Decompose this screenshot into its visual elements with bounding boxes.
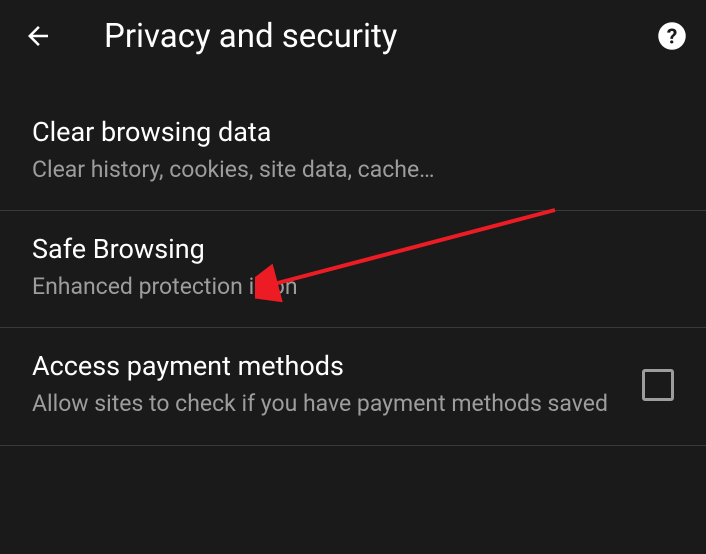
setting-subtitle: Clear history, cookies, site data, cache… [32, 154, 674, 186]
help-icon: ? [657, 21, 687, 51]
settings-list: Clear browsing data Clear history, cooki… [0, 72, 706, 446]
setting-clear-browsing-data[interactable]: Clear browsing data Clear history, cooki… [0, 94, 706, 211]
payment-methods-checkbox[interactable] [642, 369, 674, 401]
setting-title: Safe Browsing [32, 233, 674, 265]
setting-title: Access payment methods [32, 350, 622, 382]
setting-access-payment-methods[interactable]: Access payment methods Allow sites to ch… [0, 328, 706, 445]
page-title: Privacy and security [104, 17, 656, 56]
back-arrow-icon [23, 21, 53, 51]
svg-text:?: ? [667, 25, 678, 50]
setting-content: Safe Browsing Enhanced protection is on [32, 233, 674, 303]
setting-content: Access payment methods Allow sites to ch… [32, 350, 622, 420]
setting-safe-browsing[interactable]: Safe Browsing Enhanced protection is on [0, 211, 706, 328]
setting-title: Clear browsing data [32, 116, 674, 148]
back-button[interactable] [18, 16, 58, 56]
setting-subtitle: Enhanced protection is on [32, 271, 674, 303]
setting-content: Clear browsing data Clear history, cooki… [32, 116, 674, 186]
setting-subtitle: Allow sites to check if you have payment… [32, 388, 622, 420]
help-button[interactable]: ? [656, 20, 688, 52]
header-bar: Privacy and security ? [0, 0, 706, 72]
